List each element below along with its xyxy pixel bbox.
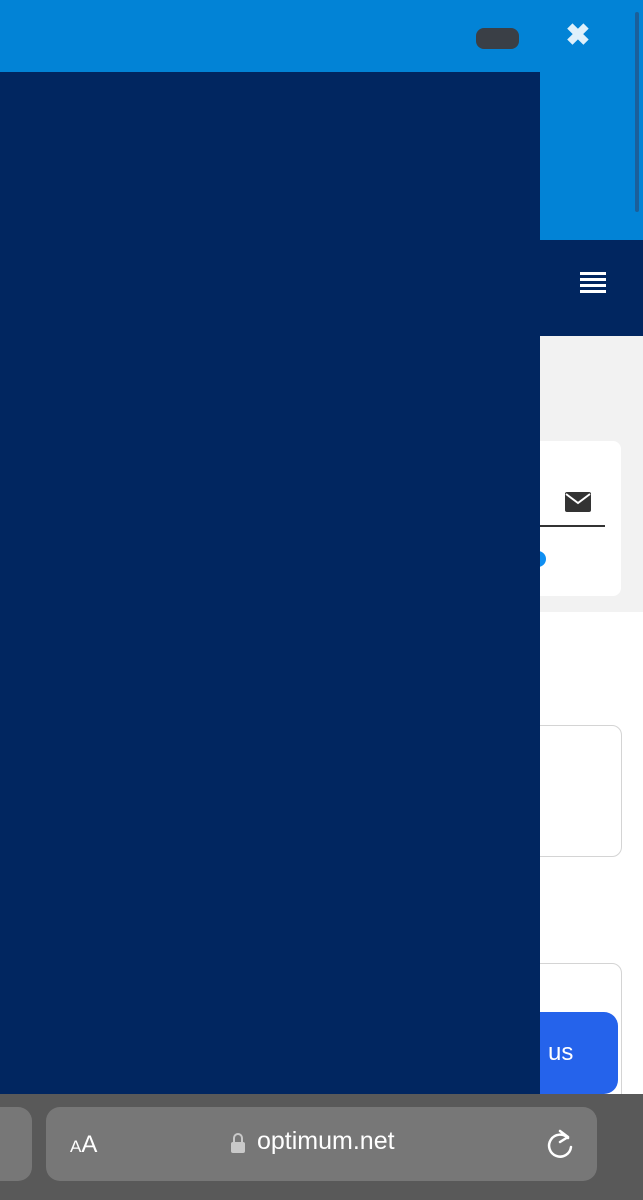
hamburger-menu-icon[interactable] xyxy=(576,272,610,304)
envelope-icon[interactable] xyxy=(564,490,592,514)
pill-handle[interactable] xyxy=(476,28,519,49)
lock-icon xyxy=(231,1133,245,1153)
previous-tab-stub[interactable] xyxy=(0,1107,32,1181)
side-drawer-panel xyxy=(0,72,540,1094)
text-size-large-label: A xyxy=(81,1131,98,1158)
text-size-button[interactable]: AA xyxy=(70,1131,97,1159)
text-size-small-label: A xyxy=(70,1137,82,1156)
url-text[interactable]: optimum.net xyxy=(257,1127,395,1156)
scrollbar-thumb[interactable] xyxy=(635,12,639,212)
reload-icon[interactable] xyxy=(546,1129,574,1159)
close-button[interactable]: ✖ xyxy=(560,18,596,54)
